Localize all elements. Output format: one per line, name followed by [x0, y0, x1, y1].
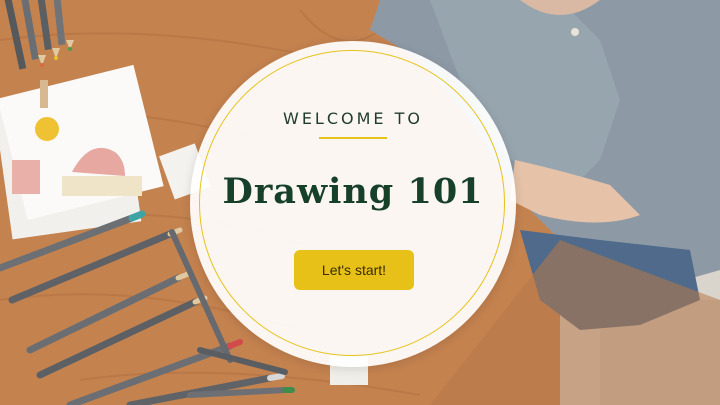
title-divider	[319, 137, 387, 139]
page-title: Drawing 101	[222, 171, 484, 212]
start-button[interactable]: Let's start!	[294, 250, 414, 290]
welcome-kicker: WELCOME TO	[283, 109, 423, 128]
slide: WELCOME TO Drawing 101 Let's start!	[0, 0, 720, 405]
welcome-circle: WELCOME TO Drawing 101 Let's start!	[190, 41, 516, 367]
